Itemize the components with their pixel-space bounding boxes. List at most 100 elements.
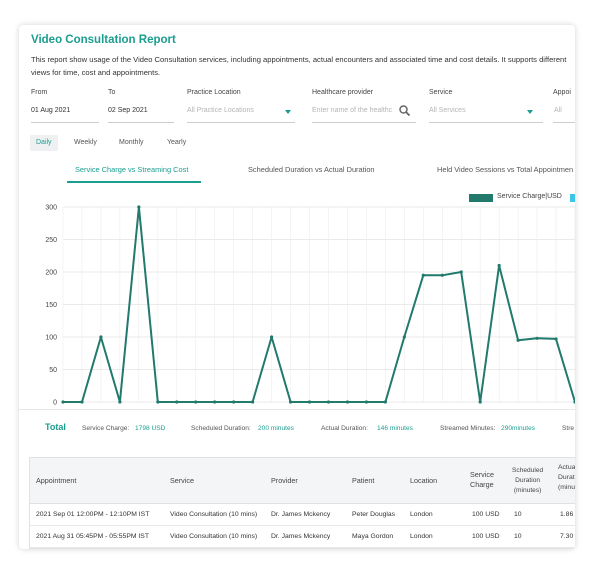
total-actual-label: Actual Duration: — [321, 425, 368, 432]
header-actual-line2: Durat — [558, 474, 575, 481]
cell-location: London — [410, 511, 433, 518]
data-point — [194, 400, 198, 404]
period-monthly-button[interactable]: Monthly — [113, 135, 150, 151]
data-point — [345, 400, 350, 404]
totals-label: Total — [45, 422, 66, 432]
service-underline — [429, 122, 543, 123]
y-tick-label: 200 — [45, 270, 57, 277]
to-date-input[interactable]: 02 Sep 2021 — [108, 107, 148, 114]
header-provider[interactable]: Provider — [271, 476, 298, 486]
period-daily-button[interactable]: Daily — [30, 135, 58, 151]
data-point — [156, 400, 160, 404]
totals-bar: Total Service Charge: 1798 USD Scheduled… — [19, 419, 575, 439]
tab-held-sessions[interactable]: Held Video Sessions vs Total Appointmen — [437, 165, 573, 174]
header-scheduled-duration[interactable]: Scheduled Duration (minutes) — [512, 466, 543, 496]
cell-actual: 7.30 — [560, 533, 574, 540]
total-streamed-value: 290minutes — [501, 425, 536, 432]
header-actual-line3: (minu — [558, 484, 575, 491]
data-point — [402, 335, 406, 339]
data-point — [213, 400, 217, 404]
report-description: This report show usage of the Video Cons… — [31, 55, 567, 77]
data-point — [80, 400, 84, 404]
total-scheduled-value: 200 minutes — [258, 425, 294, 432]
y-tick-label: 100 — [45, 335, 57, 342]
service-select[interactable]: All Services — [429, 107, 466, 114]
y-tick-label: 150 — [45, 302, 57, 309]
appointment-label: Appoi — [553, 89, 571, 96]
header-service-charge-line1: Service — [470, 470, 494, 479]
appointment-select[interactable]: All — [554, 107, 562, 114]
from-label: From — [31, 89, 48, 96]
header-scheduled-line1: Scheduled — [512, 467, 544, 474]
header-location[interactable]: Location — [410, 476, 437, 486]
location-select[interactable]: All Practice Locations — [187, 107, 254, 114]
data-point — [383, 400, 387, 404]
header-patient[interactable]: Patient — [352, 476, 374, 486]
chart-grid — [62, 206, 575, 403]
cell-charge: 100 USD — [472, 533, 500, 540]
table-header: Appointment Service Provider Patient Loc… — [30, 458, 575, 504]
tab-scheduled-duration[interactable]: Scheduled Duration vs Actual Duration — [248, 165, 375, 174]
from-underline — [31, 122, 99, 123]
from-date-input[interactable]: 01 Aug 2021 — [31, 107, 70, 114]
cell-appointment: 2021 Aug 31 05:45PM - 05:55PM IST — [36, 533, 149, 540]
header-appointment[interactable]: Appointment — [36, 476, 76, 486]
provider-underline — [312, 122, 416, 123]
section-divider — [19, 409, 575, 410]
location-underline — [187, 122, 295, 123]
data-point — [554, 337, 558, 341]
cell-service: Video Consultation (10 mins) — [170, 533, 258, 540]
header-actual-line1: Actua — [558, 464, 575, 471]
data-point — [99, 335, 103, 339]
data-point — [118, 400, 122, 404]
cell-patient: Maya Gordon — [352, 533, 394, 540]
data-point — [364, 400, 369, 404]
to-label: To — [108, 89, 116, 96]
cell-appointment: 2021 Sep 01 12:00PM - 12:10PM IST — [36, 511, 150, 518]
header-scheduled-line2: Duration — [515, 477, 541, 484]
appointment-underline — [553, 122, 575, 123]
to-underline — [108, 122, 174, 123]
data-point — [440, 273, 444, 277]
report-title: Video Consultation Report — [31, 34, 176, 46]
report-card: Video Consultation Report This report sh… — [19, 25, 575, 549]
active-tab-indicator — [67, 181, 201, 183]
y-tick-label: 250 — [45, 237, 57, 244]
location-chevron-down-icon[interactable] — [285, 110, 291, 114]
y-tick-label: 0 — [53, 400, 57, 407]
total-streamed-label: Streamed Minutes: — [440, 425, 496, 432]
data-point — [232, 400, 236, 404]
table-row[interactable]: 2021 Sep 01 12:00PM - 12:10PM IST Video … — [30, 504, 575, 526]
cell-charge: 100 USD — [472, 511, 500, 518]
data-point — [269, 335, 274, 339]
cell-actual: 1.86 — [560, 511, 574, 518]
tab-service-charge[interactable]: Service Charge vs Streaming Cost — [75, 165, 188, 174]
provider-search-input[interactable]: Enter name of the healthc — [312, 107, 392, 114]
service-chevron-down-icon[interactable] — [527, 110, 533, 114]
table-row[interactable]: 2021 Aug 31 05:45PM - 05:55PM IST Video … — [30, 526, 575, 548]
data-point — [307, 400, 312, 404]
cell-provider: Dr. James Mckency — [271, 511, 331, 518]
period-yearly-button[interactable]: Yearly — [161, 135, 192, 151]
header-actual-duration[interactable]: Actua Durat (minu — [558, 463, 575, 493]
data-point — [288, 400, 293, 404]
cell-location: London — [410, 533, 433, 540]
data-point — [421, 273, 425, 277]
cell-service: Video Consultation (10 mins) — [170, 511, 258, 518]
y-tick-label: 300 — [45, 205, 57, 212]
data-point — [175, 400, 179, 404]
data-point — [535, 336, 539, 340]
data-point — [326, 400, 331, 404]
search-icon[interactable] — [399, 105, 410, 116]
data-point — [137, 205, 141, 209]
service-label: Service — [429, 89, 453, 96]
period-weekly-button[interactable]: Weekly — [68, 135, 103, 151]
total-service-charge-value: 1798 USD — [135, 425, 166, 432]
header-service-charge-line2: Charge — [470, 480, 494, 489]
cell-scheduled: 10 — [514, 533, 522, 540]
header-service[interactable]: Service — [170, 476, 194, 486]
header-service-charge[interactable]: Service Charge — [470, 470, 494, 490]
provider-label: Healthcare provider — [312, 89, 374, 96]
data-point — [61, 400, 65, 404]
total-scheduled-label: Scheduled Duration: — [191, 425, 251, 432]
